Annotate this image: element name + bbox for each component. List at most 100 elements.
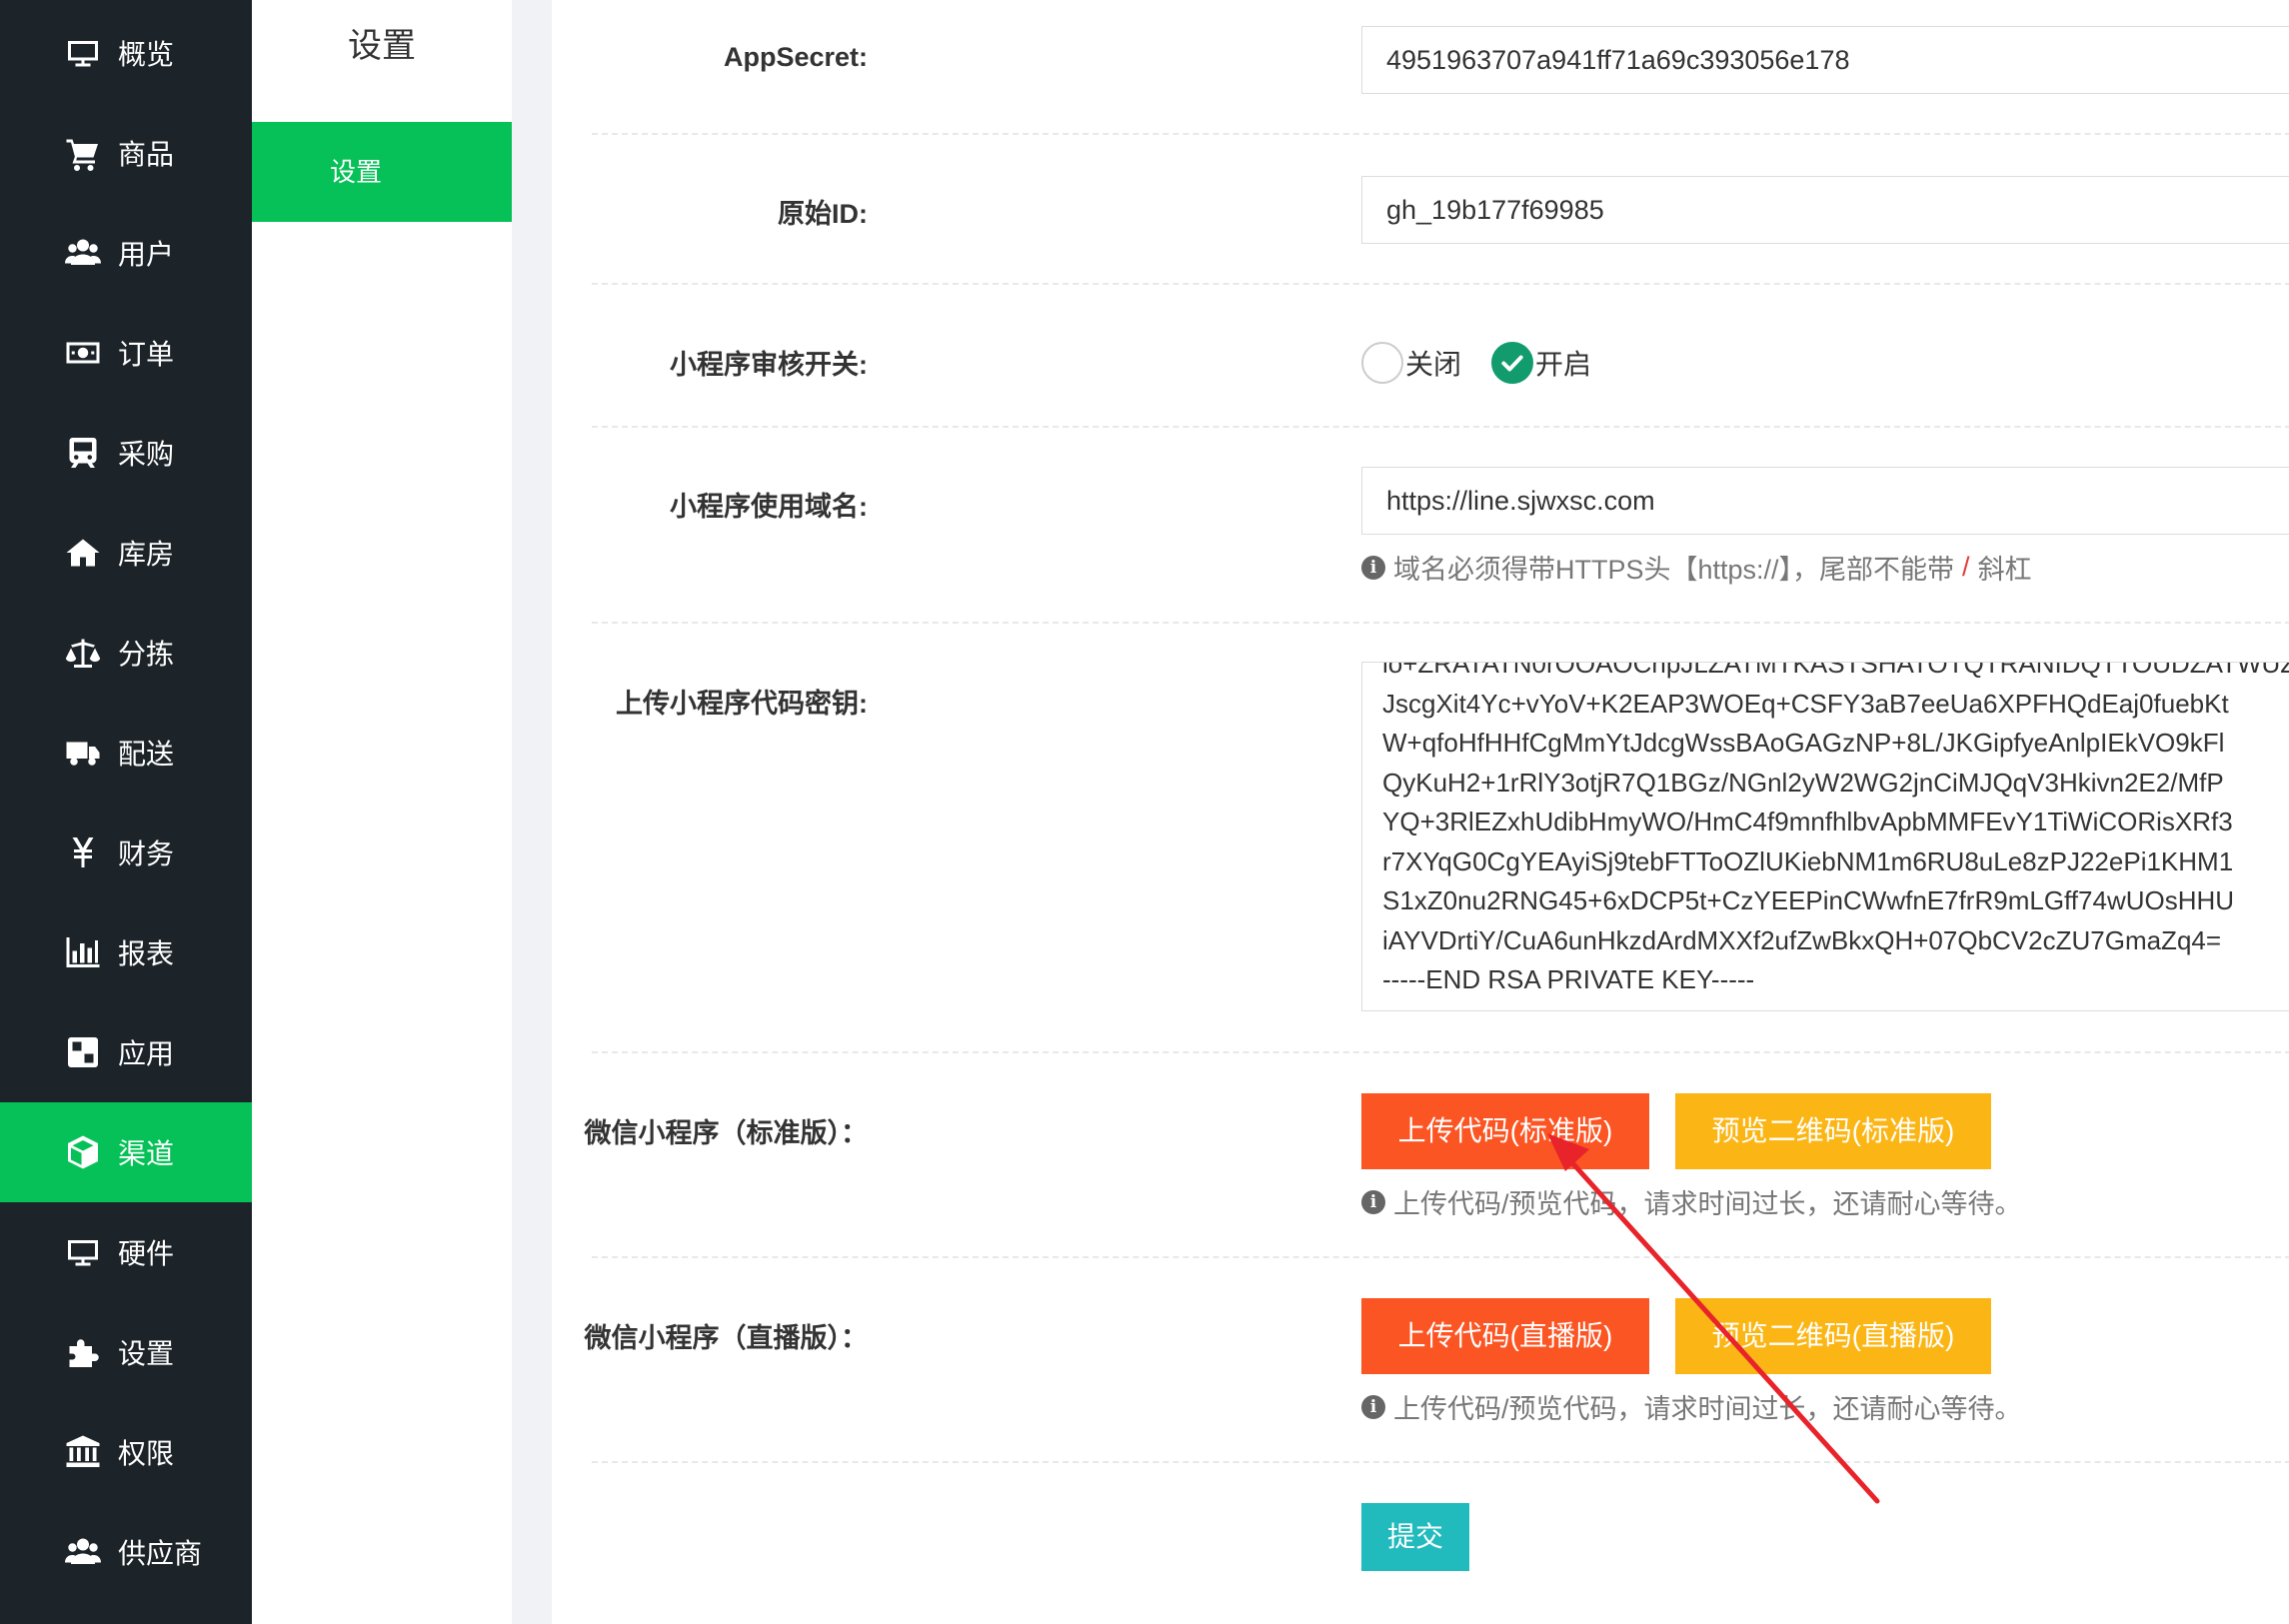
settings-form: AppSecret: 4951963707a941ff71a69c393056e… xyxy=(552,0,2289,1624)
upload-key-textarea[interactable]: lo+ZRATATN0rOOAOCnpJLZATMTKASTSHATOTQTRA… xyxy=(1361,662,2289,1011)
sidebar-item-label: 渠道 xyxy=(118,1138,175,1169)
train-icon xyxy=(64,434,102,472)
sidebar-item[interactable]: 概览 xyxy=(0,3,252,103)
yen-icon xyxy=(64,833,102,871)
sidebar-item-label: 权限 xyxy=(118,1438,175,1469)
origin-id-input[interactable]: gh_19b177f69985 xyxy=(1361,176,2289,244)
cube-icon xyxy=(64,1133,102,1171)
info-icon: i xyxy=(1361,1189,1385,1214)
upload-standard-button[interactable]: 上传代码(标准版) xyxy=(1361,1093,1649,1169)
divider-line xyxy=(592,133,2289,135)
divider-line xyxy=(592,1461,2289,1463)
appsecret-label: AppSecret: xyxy=(723,42,868,72)
sidebar-item-label: 配送 xyxy=(118,739,175,770)
key-line: lo+ZRATATN0rOOAOCnpJLZATMTKASTSHATOTQTRA… xyxy=(1382,662,2289,679)
sidebar-item-label: 财务 xyxy=(118,838,175,869)
sidebar-item-label: 报表 xyxy=(118,938,175,969)
desktop-icon xyxy=(64,1233,102,1271)
sidebar-item-label: 设置 xyxy=(118,1338,175,1369)
column-divider xyxy=(512,0,552,1624)
review-switch-off-radio[interactable]: 关闭 xyxy=(1361,342,1461,384)
domain-hint-slash: / xyxy=(1962,552,1970,582)
sidebar-item-label: 用户 xyxy=(118,239,175,270)
sidebar-item[interactable]: 商品 xyxy=(0,103,252,203)
submit-button[interactable]: 提交 xyxy=(1361,1503,1469,1571)
divider-line xyxy=(592,622,2289,624)
key-line: iAYVDrtiY/CuA6unHkzdArdMXXf2ufZwBkxQH+07… xyxy=(1382,924,2222,955)
divider-line xyxy=(592,283,2289,285)
divider-line xyxy=(592,1051,2289,1053)
key-line: QyKuH2+1rRlY3otjR7Q1BGz/NGnl2yW2WG2jnCiM… xyxy=(1382,767,2224,798)
key-line: -----END RSA PRIVATE KEY----- xyxy=(1382,964,1755,994)
info-icon: i xyxy=(1361,555,1385,580)
sidebar-item[interactable]: 设置 xyxy=(0,1302,252,1402)
monitor-icon xyxy=(64,34,102,72)
cart-icon xyxy=(64,134,102,172)
domain-hint: i 域名必须得带HTTPS头【https://】，尾部不能带 / 斜杠 xyxy=(1361,548,2032,587)
sidebar-item[interactable]: 权限 xyxy=(0,1402,252,1502)
review-switch-on-radio[interactable]: 开启 xyxy=(1491,342,1591,384)
domain-hint-suffix: 斜杠 xyxy=(1977,555,2032,585)
live-label: 微信小程序（直播版）： xyxy=(584,1323,869,1353)
sidebar-item[interactable]: 库房 xyxy=(0,503,252,603)
money-icon xyxy=(64,334,102,372)
bar-chart-icon xyxy=(64,933,102,971)
radio-check-icon[interactable] xyxy=(1491,342,1533,384)
sidebar-item[interactable]: 配送 xyxy=(0,703,252,803)
sidebar-item[interactable]: 报表 xyxy=(0,902,252,1002)
divider-line xyxy=(592,426,2289,428)
live-hint-text: 上传代码/预览代码，请求时间过长，还请耐心等待。 xyxy=(1393,1394,2022,1424)
standard-hint: i 上传代码/预览代码，请求时间过长，还请耐心等待。 xyxy=(1361,1182,2022,1221)
radio-circle[interactable] xyxy=(1361,342,1403,384)
preview-standard-button[interactable]: 预览二维码(标准版) xyxy=(1675,1093,1991,1169)
sidebar-item[interactable]: 采购 xyxy=(0,403,252,503)
puzzle-icon xyxy=(64,1333,102,1371)
origin-id-label: 原始ID: xyxy=(778,199,868,229)
sidebar-item[interactable]: 渠道 xyxy=(0,1102,252,1202)
grid-icon xyxy=(64,1033,102,1071)
radio-on-label: 开启 xyxy=(1535,349,1592,380)
key-line: W+qfoHfHHfCgMmYtJdcgWssBAoGAGzNP+8L/JKGi… xyxy=(1382,728,2225,758)
sidebar-item[interactable]: 供应商 xyxy=(0,1502,252,1602)
domain-label: 小程序使用域名: xyxy=(670,492,868,522)
sub-sidebar-title: 设置 xyxy=(348,27,416,65)
sidebar-item[interactable]: 硬件 xyxy=(0,1202,252,1302)
sidebar-item-label: 概览 xyxy=(118,39,175,70)
key-line: S1xZ0nu2RNG45+6xDCP5t+CzYEEPinCWwfnE7frR… xyxy=(1382,885,2235,915)
sidebar-item[interactable]: 订单 xyxy=(0,303,252,403)
sub-sidebar: 设置 设置 xyxy=(252,0,512,1624)
sidebar-item-label: 商品 xyxy=(118,139,175,170)
sidebar-item-label: 库房 xyxy=(118,539,175,570)
users-icon xyxy=(64,1533,102,1571)
review-switch-label: 小程序审核开关: xyxy=(670,350,868,380)
truck-icon xyxy=(64,734,102,772)
sidebar-item-label: 采购 xyxy=(118,439,175,470)
bank-icon xyxy=(64,1433,102,1471)
home-icon xyxy=(64,534,102,572)
scale-icon xyxy=(64,634,102,672)
upload-key-lines: lo+ZRATATN0rOOAOCnpJLZATMTKASTSHATOTQTRA… xyxy=(1382,662,2289,1000)
live-hint: i 上传代码/预览代码，请求时间过长，还请耐心等待。 xyxy=(1361,1387,2022,1426)
radio-off-label: 关闭 xyxy=(1405,349,1462,380)
divider-line xyxy=(592,1256,2289,1258)
upload-key-label: 上传小程序代码密钥: xyxy=(616,689,868,719)
standard-hint-text: 上传代码/预览代码，请求时间过长，还请耐心等待。 xyxy=(1393,1189,2022,1219)
sidebar-item[interactable]: 用户 xyxy=(0,203,252,303)
key-line: YQ+3RlEZxhUdibHmyWO/HmC4f9mnfhlbvApbMMFE… xyxy=(1382,807,2233,836)
domain-hint-text: 域名必须得带HTTPS头【https://】，尾部不能带 xyxy=(1393,555,1955,585)
sidebar-item[interactable]: 应用 xyxy=(0,1002,252,1102)
main-sidebar: 概览商品用户订单采购库房分拣配送财务报表应用渠道硬件设置权限供应商 xyxy=(0,0,252,1624)
sidebar-item[interactable]: 分拣 xyxy=(0,603,252,703)
domain-input[interactable]: https://line.sjwxsc.com xyxy=(1361,467,2289,535)
appsecret-input[interactable]: 4951963707a941ff71a69c393056e178 xyxy=(1361,26,2289,94)
sidebar-item-label: 硬件 xyxy=(118,1238,175,1269)
key-line: JscgXit4Yc+vYoV+K2EAP3WOEq+CSFY3aB7eeUa6… xyxy=(1382,688,2229,719)
upload-live-button[interactable]: 上传代码(直播版) xyxy=(1361,1298,1649,1374)
sidebar-item-label: 分拣 xyxy=(118,639,175,670)
standard-label: 微信小程序（标准版）： xyxy=(584,1118,869,1148)
preview-live-button[interactable]: 预览二维码(直播版) xyxy=(1675,1298,1991,1374)
key-line: r7XYqG0CgYEAyiSj9tebFTToOZlUKiebNM1m6RU8… xyxy=(1382,845,2234,876)
sidebar-item-label: 供应商 xyxy=(118,1538,203,1569)
sidebar-item[interactable]: 财务 xyxy=(0,803,252,902)
sub-sidebar-item-settings[interactable]: 设置 xyxy=(252,122,512,222)
